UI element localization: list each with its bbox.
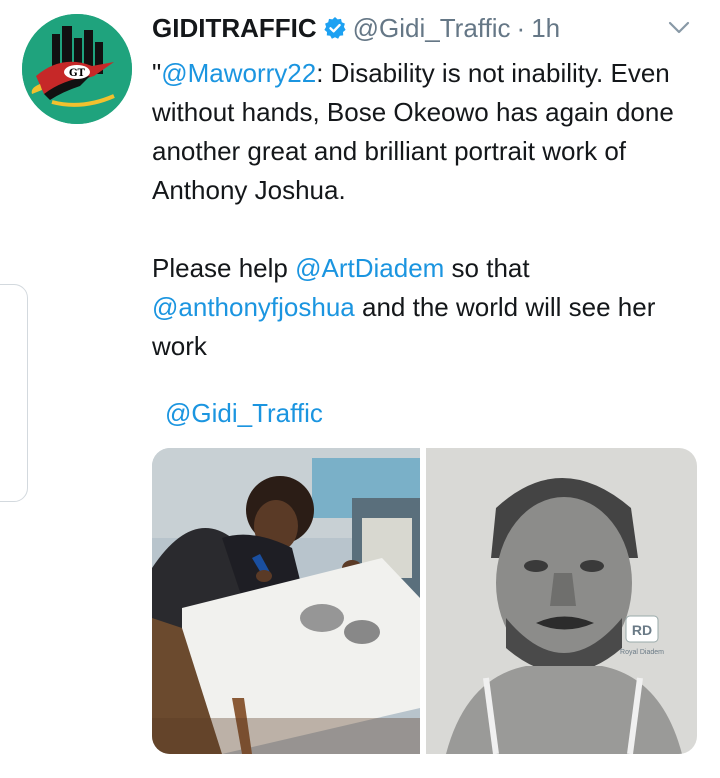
- pencil-portrait-image: RD Royal Diadem: [426, 448, 697, 754]
- tweet-body-2a: Please help: [152, 253, 296, 283]
- tweet-text: "@Maworry22: Disability is not inability…: [152, 54, 697, 366]
- mention-artdiadem[interactable]: @ArtDiadem: [295, 253, 444, 283]
- verified-badge-icon: [323, 16, 347, 40]
- tweet-body-2b: so that: [444, 253, 530, 283]
- header-separator: ·: [516, 12, 526, 43]
- girl-drawing-photo[interactable]: [152, 448, 420, 754]
- quote-mark: ": [152, 58, 162, 88]
- tweet-paragraph-2: Please help @ArtDiadem so that @anthonyf…: [152, 249, 697, 366]
- avatar-logo-icon: GT: [22, 14, 132, 124]
- media-gallery: RD Royal Diadem: [152, 448, 697, 754]
- chevron-down-icon[interactable]: [668, 20, 690, 36]
- tweet-header: GIDITRAFFIC @Gidi_Traffic · 1h: [152, 10, 690, 46]
- adjacent-card-edge: [0, 284, 28, 502]
- author-avatar[interactable]: GT: [22, 14, 132, 124]
- author-name[interactable]: GIDITRAFFIC: [152, 13, 317, 44]
- pencil-portrait-photo[interactable]: RD Royal Diadem: [426, 448, 697, 754]
- author-handle[interactable]: @Gidi_Traffic: [353, 13, 511, 44]
- tweet-paragraph-1: "@Maworry22: Disability is not inability…: [152, 54, 697, 210]
- mention-anthonyfjoshua[interactable]: @anthonyfjoshua: [152, 292, 355, 322]
- tweet-timestamp[interactable]: 1h: [531, 13, 560, 44]
- quote-handle-link[interactable]: @Gidi_Traffic: [165, 398, 323, 429]
- watermark-logo: RD: [632, 622, 652, 638]
- watermark-text: Royal Diadem: [620, 649, 664, 656]
- girl-drawing-image: [152, 448, 420, 754]
- svg-text:GT: GT: [69, 68, 86, 79]
- mention-maworry22[interactable]: @Maworry22: [161, 58, 316, 88]
